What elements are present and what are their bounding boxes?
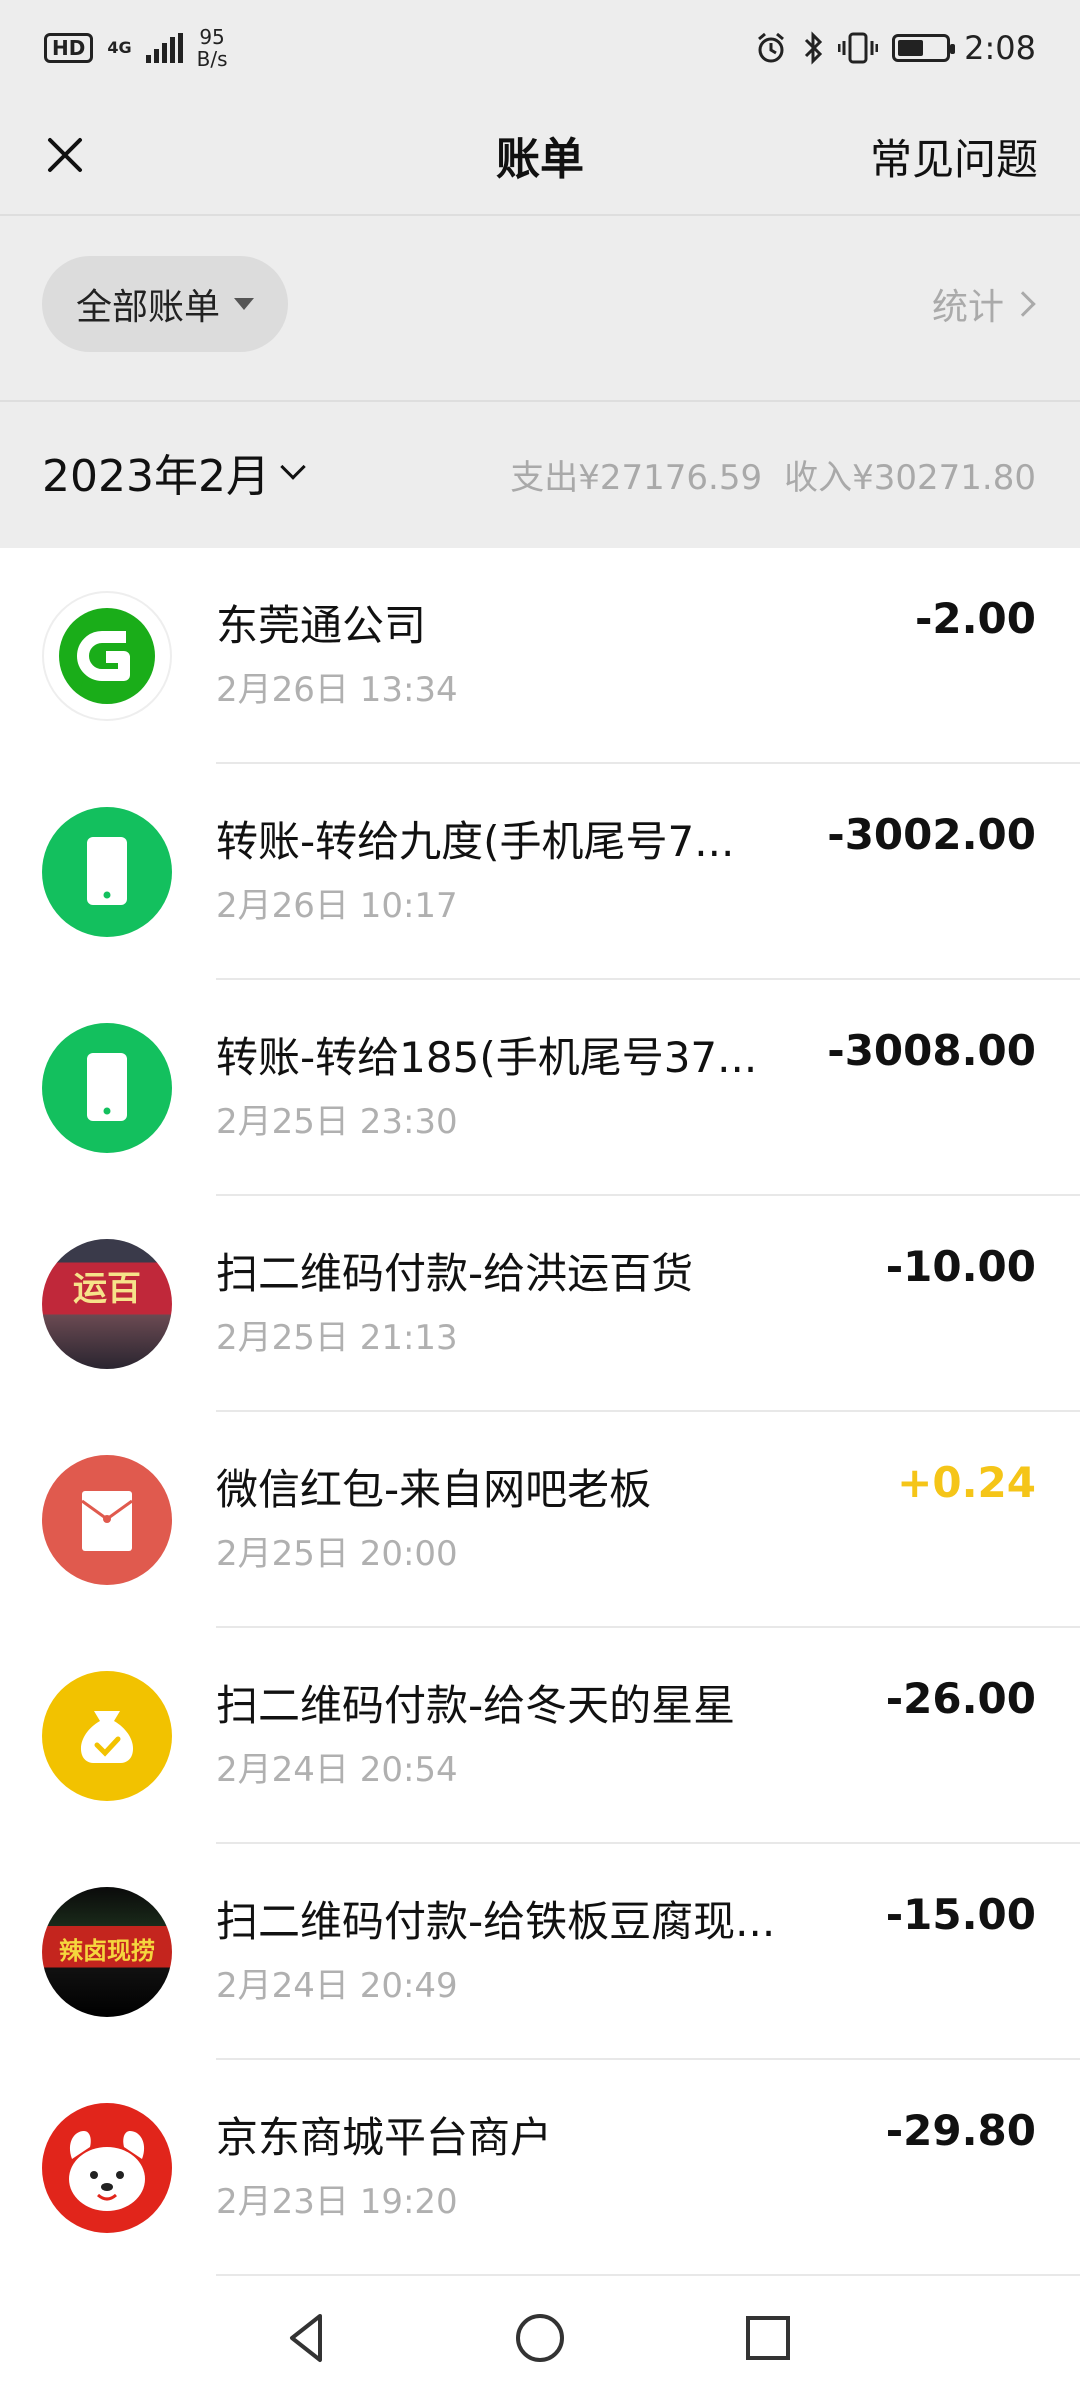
transaction-name: 转账-转给185(手机尾号37... xyxy=(216,1033,758,1082)
transaction-item[interactable]: 转账-转给九度(手机尾号7... 2月26日 10:17 -3002.00 xyxy=(0,764,1080,980)
bluetooth-icon xyxy=(805,31,823,65)
night-store-photo: 辣卤现捞 xyxy=(42,1887,172,2017)
page-title: 账单 xyxy=(496,134,584,185)
back-icon[interactable] xyxy=(278,2308,338,2368)
chevron-down-icon xyxy=(280,454,306,480)
chevron-right-icon xyxy=(1010,291,1036,317)
home-icon[interactable] xyxy=(510,2308,570,2368)
clock: 2:08 xyxy=(964,29,1036,67)
transaction-amount: -15.00 xyxy=(885,1890,1036,1939)
transaction-amount: -2.00 xyxy=(914,594,1036,643)
transaction-amount: -10.00 xyxy=(885,1242,1036,1291)
transaction-item[interactable]: 转账-转给185(手机尾号37... 2月25日 23:30 -3008.00 xyxy=(0,980,1080,1196)
money-bag-icon xyxy=(42,1671,172,1801)
transaction-name: 扫二维码付款-给洪运百货 xyxy=(216,1249,694,1298)
all-bills-filter[interactable]: 全部账单 xyxy=(42,256,289,352)
app-header: 账单 常见问题 xyxy=(0,96,1080,214)
transaction-item[interactable]: 辣卤现捞 扫二维码付款-给铁板豆腐现... 2月24日 20:49 -15.00 xyxy=(0,1844,1080,2060)
filter-label: 全部账单 xyxy=(76,287,221,328)
transaction-name: 微信红包-来自网吧老板 xyxy=(216,1465,652,1514)
dropdown-triangle-icon xyxy=(234,298,255,310)
month-selector[interactable]: 2023年2月 xyxy=(42,440,306,504)
store-sign-text: 运百 xyxy=(73,1269,141,1309)
transaction-time: 2月26日 13:34 xyxy=(216,670,458,710)
month-row: 2023年2月 支出¥27176.59 收入¥30271.80 xyxy=(0,402,1080,548)
transfer-phone-icon xyxy=(42,807,172,937)
faq-link[interactable]: 常见问题 xyxy=(870,126,1038,187)
vibrate-icon xyxy=(838,32,879,64)
transaction-time: 2月24日 20:54 xyxy=(216,1750,458,1790)
transaction-amount: -3008.00 xyxy=(827,1026,1036,1075)
transaction-name: 转账-转给九度(手机尾号7... xyxy=(216,817,735,866)
month-summary: 支出¥27176.59 收入¥30271.80 xyxy=(510,450,1036,499)
transaction-item[interactable]: 扫二维码付款-给冬天的星星 2月24日 20:54 -26.00 xyxy=(0,1628,1080,1844)
month-label: 2023年2月 xyxy=(42,451,270,502)
transaction-time: 2月23日 19:20 xyxy=(216,2182,458,2222)
red-packet-icon xyxy=(42,1455,172,1585)
transaction-time: 2月25日 21:13 xyxy=(216,1318,458,1358)
transaction-time: 2月25日 20:00 xyxy=(216,1534,458,1574)
transaction-amount: -26.00 xyxy=(885,1674,1036,1723)
transaction-item[interactable]: 微信红包-来自网吧老板 2月25日 20:00 +0.24 xyxy=(0,1412,1080,1628)
store-photo: 运百 xyxy=(42,1239,172,1369)
transaction-item[interactable]: 京东商城平台商户 2月23日 19:20 -29.80 xyxy=(0,2060,1080,2276)
transaction-amount: +0.24 xyxy=(897,1458,1036,1507)
jd-dog-logo xyxy=(42,2103,172,2233)
system-nav-bar xyxy=(0,2278,1080,2400)
dongguantong-logo xyxy=(42,591,172,721)
transaction-time: 2月24日 20:49 xyxy=(216,1966,458,2006)
signal-icon xyxy=(145,33,183,63)
transaction-list: 东莞通公司 2月26日 13:34 -2.00 转账-转给九度(手机尾号7...… xyxy=(0,548,1080,2278)
filter-row: 全部账单 统计 xyxy=(0,216,1080,400)
transaction-amount: -29.80 xyxy=(885,2106,1036,2155)
transaction-time: 2月25日 23:30 xyxy=(216,1102,458,1142)
stats-label: 统计 xyxy=(931,287,1004,328)
transaction-item[interactable]: 东莞通公司 2月26日 13:34 -2.00 xyxy=(0,548,1080,764)
hd-icon: HD xyxy=(44,33,94,63)
transaction-item[interactable]: 运百 扫二维码付款-给洪运百货 2月25日 21:13 -10.00 xyxy=(0,1196,1080,1412)
transaction-name: 扫二维码付款-给铁板豆腐现... xyxy=(216,1897,776,1946)
store-sign-text: 辣卤现捞 xyxy=(59,1937,155,1965)
transaction-name: 京东商城平台商户 xyxy=(216,2113,553,2162)
transaction-name: 东莞通公司 xyxy=(216,601,427,650)
transaction-time: 2月26日 10:17 xyxy=(216,886,458,926)
income-total: 收入¥30271.80 xyxy=(784,458,1036,498)
alarm-icon xyxy=(758,32,785,63)
battery-icon xyxy=(892,34,956,62)
status-bar: HD 4G 95 B/s 2:08 xyxy=(0,0,1080,96)
transaction-name: 扫二维码付款-给冬天的星星 xyxy=(216,1681,736,1730)
recents-icon[interactable] xyxy=(738,2308,798,2368)
close-icon[interactable] xyxy=(30,120,100,190)
row-divider xyxy=(216,2274,1080,2276)
transfer-phone-icon xyxy=(42,1023,172,1153)
transaction-amount: -3002.00 xyxy=(827,810,1036,859)
expense-total: 支出¥27176.59 xyxy=(510,458,763,498)
stats-link[interactable]: 统计 xyxy=(931,278,1036,330)
network-type: 4G xyxy=(107,38,132,57)
network-speed: 95 B/s xyxy=(196,25,228,71)
